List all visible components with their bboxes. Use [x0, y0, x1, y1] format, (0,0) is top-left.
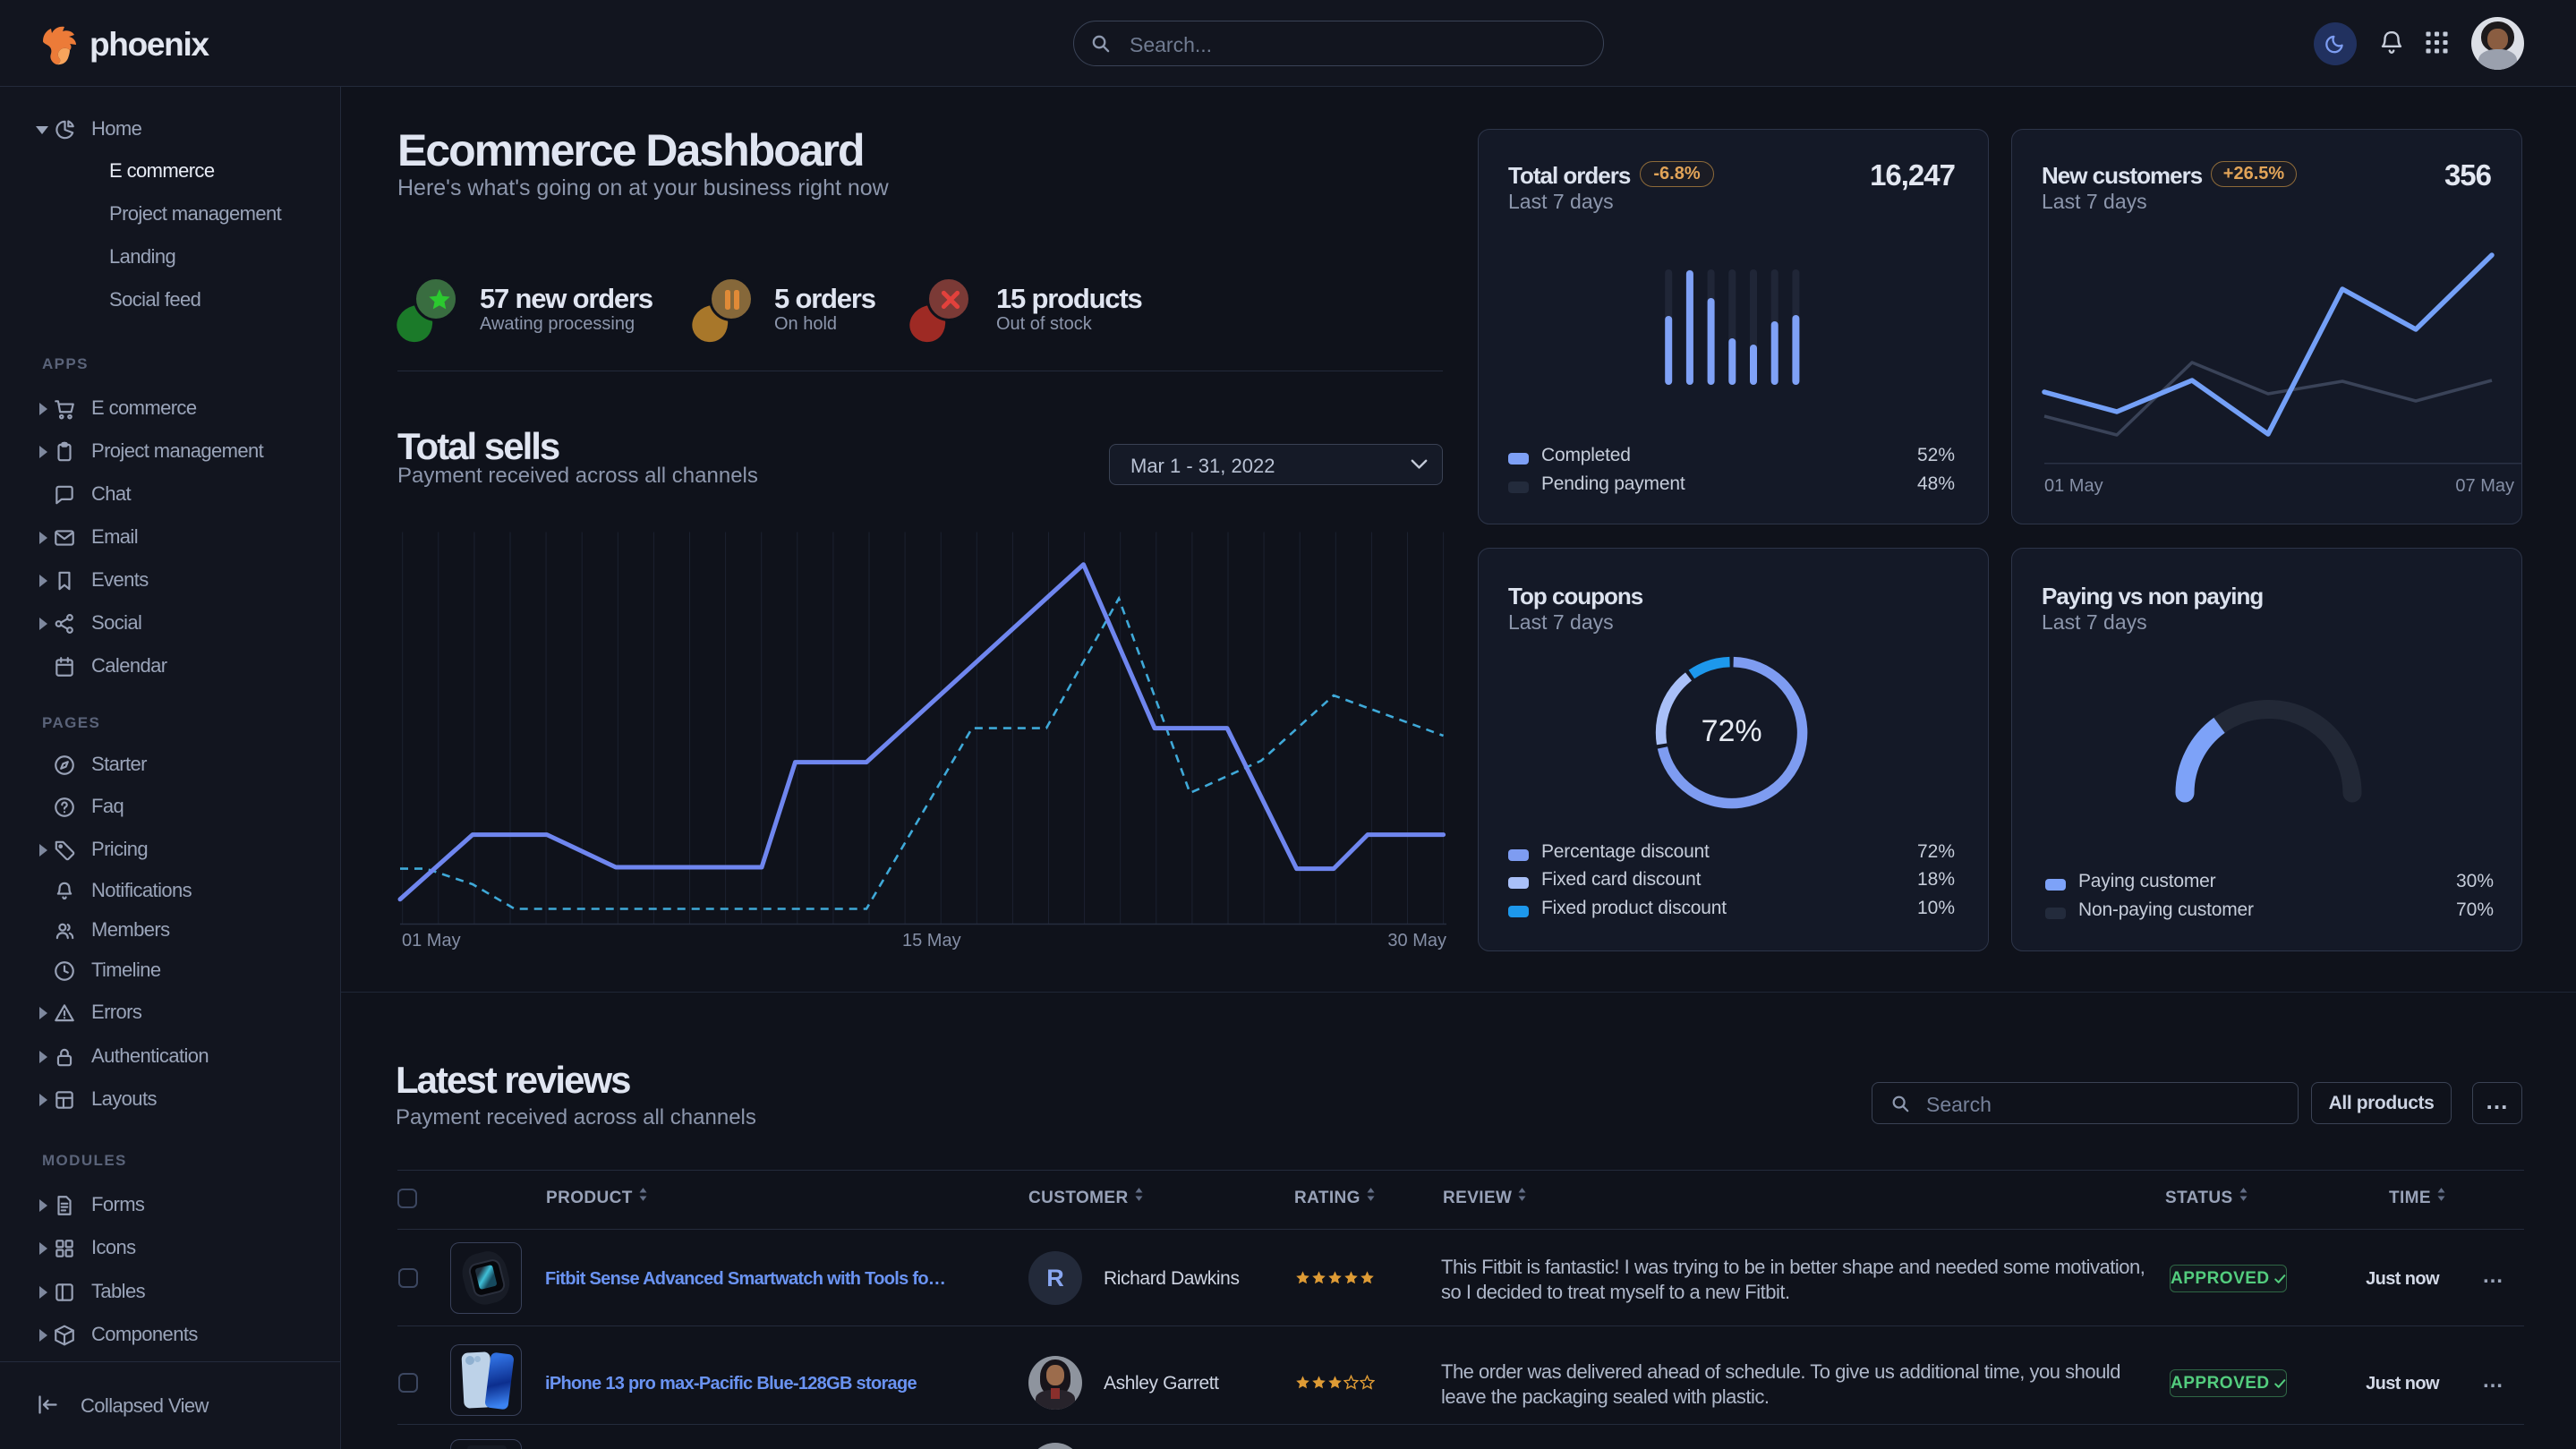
- svg-text:30 May: 30 May: [1387, 931, 1446, 950]
- svg-text:07 May: 07 May: [2455, 476, 2514, 496]
- svg-text:01 May: 01 May: [402, 931, 461, 950]
- svg-text:15 May: 15 May: [902, 931, 961, 950]
- svg-text:01 May: 01 May: [2044, 476, 2103, 496]
